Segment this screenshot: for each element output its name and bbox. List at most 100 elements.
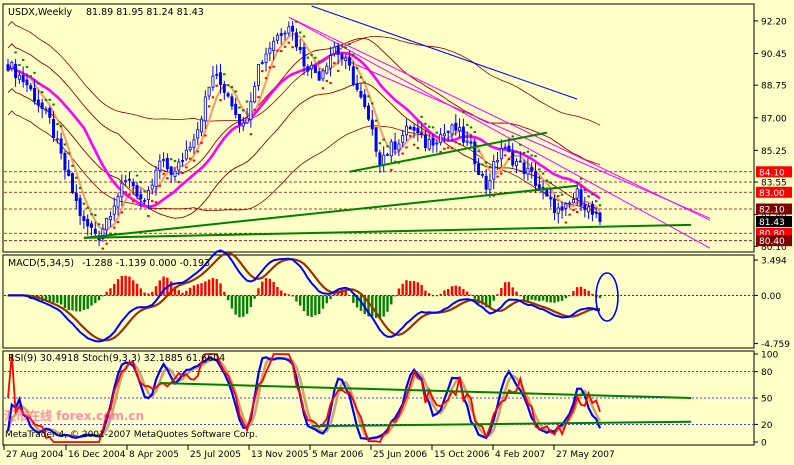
histogram-bar	[538, 295, 541, 302]
candle-body	[139, 194, 143, 200]
sar-dot	[132, 200, 135, 203]
sar-dot	[169, 158, 173, 161]
sar-dot	[40, 91, 44, 94]
candle-body	[234, 103, 238, 116]
sar-dot	[424, 122, 427, 125]
price-tick-label: 90.45	[761, 50, 787, 60]
sar-dot	[511, 135, 514, 138]
candle-body	[86, 218, 90, 227]
candle-body	[272, 40, 276, 51]
histogram-bar	[500, 287, 503, 296]
candle-body	[275, 34, 279, 41]
histogram-bar	[94, 295, 97, 304]
sar-dot	[166, 177, 169, 180]
candle-body	[36, 99, 40, 106]
histogram-bar	[591, 293, 594, 296]
candle-body	[374, 127, 378, 152]
candle-body	[564, 203, 568, 209]
candle-body	[325, 65, 329, 74]
histogram-bar	[120, 275, 124, 296]
candle-body	[241, 122, 245, 127]
candle-body	[518, 160, 522, 163]
sar-dot	[268, 66, 272, 69]
candle-body	[496, 159, 500, 163]
sar-dot	[283, 45, 287, 48]
candle-body	[416, 127, 420, 134]
candle-body	[131, 181, 135, 187]
histogram-bar	[447, 288, 450, 296]
histogram-bar	[86, 295, 89, 309]
candle-body	[143, 199, 147, 202]
chart-canvas[interactable]: 92.2090.4588.7587.0085.2583.5581.8080.10…	[0, 0, 794, 461]
ohlc-readout: 81.89 81.95 81.24 81.43	[86, 7, 204, 18]
candle-body	[458, 127, 462, 132]
sar-dot	[71, 164, 74, 167]
candle-body	[477, 163, 481, 175]
candle-body	[492, 161, 496, 180]
sar-dot	[488, 165, 492, 168]
histogram-bar	[348, 295, 351, 296]
histogram-bar	[393, 295, 397, 297]
sar-dot	[44, 98, 48, 101]
histogram-bar	[507, 281, 511, 296]
candle-body	[105, 217, 109, 231]
sar-dot	[29, 75, 32, 78]
candle-body	[294, 32, 298, 48]
sar-dot	[519, 143, 522, 146]
candle-body	[44, 108, 48, 111]
candle-body	[150, 184, 154, 190]
candle-body	[427, 139, 431, 150]
histogram-bar	[249, 295, 253, 308]
sar-dot	[541, 172, 545, 175]
candle-body	[385, 153, 389, 156]
macd-tick-label: -4.759	[761, 340, 790, 350]
macd-title: MACD(5,34,5)	[8, 258, 74, 269]
sar-dot	[598, 204, 602, 207]
date-tick-label: 4 Feb 2007	[495, 450, 545, 460]
candle-body	[507, 145, 511, 152]
histogram-bar	[572, 291, 575, 296]
sar-dot	[526, 150, 530, 153]
candle-body	[33, 88, 37, 102]
candle-body	[359, 90, 363, 98]
histogram-bar	[177, 290, 180, 296]
sar-dot	[564, 221, 568, 224]
sar-dot	[576, 210, 579, 213]
histogram-bar	[143, 292, 146, 296]
sar-dot	[37, 82, 40, 85]
sar-dot	[431, 126, 435, 129]
histogram-bar	[135, 283, 139, 296]
candle-body	[454, 122, 458, 131]
sar-dot	[147, 214, 150, 217]
histogram-bar	[382, 295, 385, 317]
sar-dot	[177, 180, 180, 183]
oscillator-tick-label: 0	[761, 439, 767, 449]
sar-dot	[158, 184, 161, 187]
candle-body	[590, 204, 594, 215]
sar-dot	[120, 211, 124, 214]
histogram-bar	[424, 290, 427, 296]
sar-dot	[465, 123, 469, 126]
sar-dot	[280, 50, 283, 53]
sar-dot	[378, 142, 382, 145]
candle-body	[78, 197, 82, 216]
histogram-bar	[185, 290, 188, 296]
sar-dot	[382, 138, 385, 141]
sar-dot	[310, 53, 313, 56]
sar-dot	[291, 46, 294, 49]
histogram-bar	[219, 283, 222, 296]
histogram-bar	[553, 295, 556, 303]
candle-body	[480, 173, 484, 176]
sar-dot	[299, 31, 302, 34]
histogram-bar	[188, 287, 192, 296]
histogram-bar	[97, 295, 101, 301]
histogram-bar	[211, 278, 215, 296]
candle-body	[423, 134, 427, 149]
candle-body	[571, 199, 575, 204]
candle-body	[253, 86, 257, 103]
sar-dot	[355, 67, 359, 70]
histogram-bar	[128, 276, 131, 296]
histogram-bar	[511, 287, 514, 296]
sar-dot	[348, 43, 351, 46]
candle-body	[530, 167, 534, 172]
